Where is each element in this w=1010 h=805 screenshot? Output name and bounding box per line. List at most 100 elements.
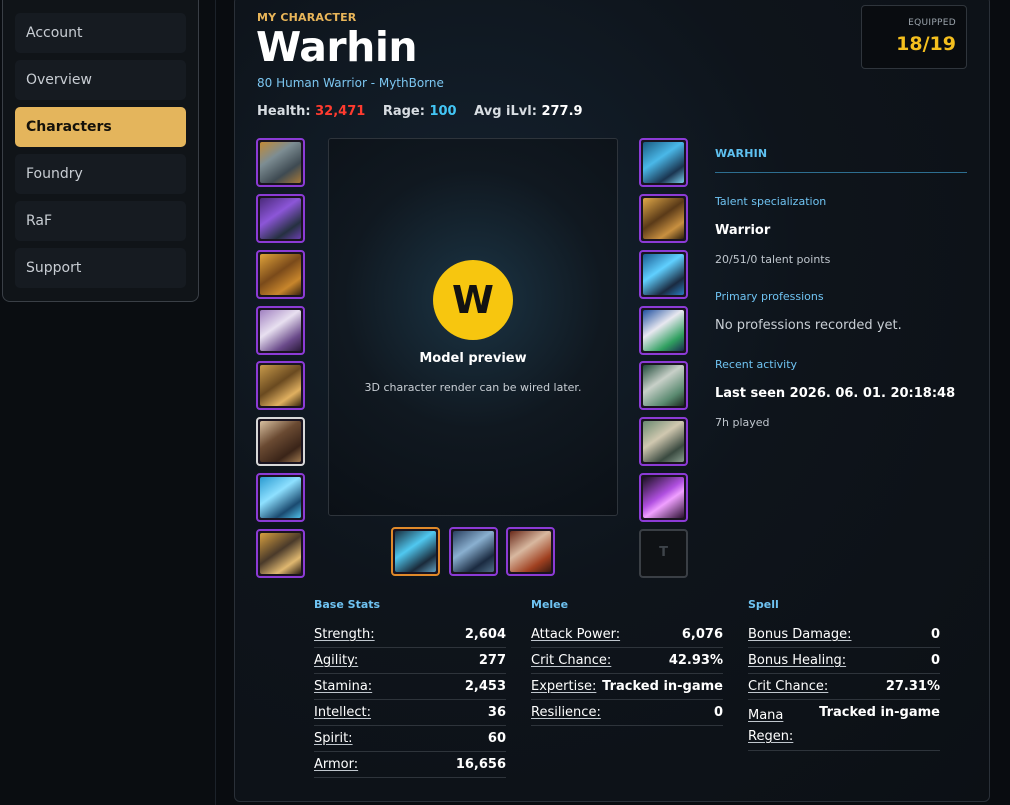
leggings-icon xyxy=(643,254,684,295)
stat-value: 0 xyxy=(930,627,940,642)
stat-row: Spirit: 60 xyxy=(314,726,506,752)
health-label: Health: xyxy=(257,104,311,119)
stat-value: 6,076 xyxy=(681,627,723,642)
stat-name: Crit Chance: xyxy=(531,653,612,668)
stat-value: 36 xyxy=(487,705,506,720)
cloak-icon xyxy=(260,310,301,351)
trinket-icon xyxy=(643,477,684,518)
gear-slot-shoulder[interactable] xyxy=(256,250,305,299)
stat-name: Spirit: xyxy=(314,731,353,746)
sidebar-item-support[interactable]: Support xyxy=(15,248,186,288)
talent-label: Talent specialization xyxy=(715,195,827,208)
stat-row: Armor: 16,656 xyxy=(314,752,506,778)
spell-stats: Spell Bonus Damage: 0 Bonus Healing: 0 Cri… xyxy=(748,598,940,751)
stat-value: 0 xyxy=(713,705,723,720)
shoulders-icon xyxy=(260,254,301,295)
character-subtitle: 80 Human Warrior - MythBorne xyxy=(257,76,444,90)
melee-stats-title: Melee xyxy=(531,598,569,611)
sidebar: Account Overview Characters Foundry RaF … xyxy=(2,0,199,302)
base-stats-title: Base Stats xyxy=(314,598,381,611)
shirt-icon xyxy=(260,421,301,462)
tabard-icon xyxy=(260,477,301,518)
gear-slot-hands[interactable] xyxy=(639,138,688,187)
gear-slot-shirt[interactable] xyxy=(256,417,305,466)
gear-slot-feet[interactable] xyxy=(639,306,688,355)
stat-value: 16,656 xyxy=(455,757,506,772)
helmet-icon xyxy=(260,142,301,183)
stat-name: Resilience: xyxy=(531,705,601,720)
sidebar-item-overview[interactable]: Overview xyxy=(15,60,186,100)
gear-slot-waist[interactable] xyxy=(639,194,688,243)
gear-slot-ranged[interactable] xyxy=(506,527,555,576)
gear-slot-trinket-1[interactable] xyxy=(639,473,688,522)
info-title: WARHIN xyxy=(715,147,768,160)
amulet-icon xyxy=(260,198,301,239)
sidebar-item-foundry[interactable]: Foundry xyxy=(15,154,186,194)
gear-slot-finger-2[interactable] xyxy=(639,417,688,466)
health-value: 32,471 xyxy=(315,104,366,119)
stat-row: Bonus Damage: 0 xyxy=(748,622,940,648)
sidebar-item-raf[interactable]: RaF xyxy=(15,201,186,241)
stat-row: Resilience: 0 xyxy=(531,700,723,726)
gear-slot-tabard[interactable] xyxy=(256,473,305,522)
ring-icon xyxy=(643,365,684,406)
model-preview-note: 3D character render can be wired later. xyxy=(364,381,582,394)
bracers-icon xyxy=(260,533,301,574)
stat-value: 27.31% xyxy=(885,679,940,694)
off-hand-weapon-icon xyxy=(453,531,494,572)
stat-value: 2,604 xyxy=(464,627,506,642)
stat-value: 2,453 xyxy=(464,679,506,694)
professions-label: Primary professions xyxy=(715,290,824,303)
stat-row: Stamina: 2,453 xyxy=(314,674,506,700)
stat-name: Bonus Damage: xyxy=(748,627,852,642)
gear-slot-off-hand[interactable] xyxy=(449,527,498,576)
gear-slot-finger-1[interactable] xyxy=(639,361,688,410)
character-initial-badge: W xyxy=(433,260,513,340)
gear-slot-chest[interactable] xyxy=(256,361,305,410)
gear-slot-main-hand[interactable] xyxy=(391,527,440,576)
main-hand-weapon-icon xyxy=(395,531,436,572)
gear-slot-back[interactable] xyxy=(256,306,305,355)
talent-points: 20/51/0 talent points xyxy=(715,253,831,266)
stat-name: Agility: xyxy=(314,653,359,668)
stat-row: Intellect: 36 xyxy=(314,700,506,726)
gear-slot-wrist[interactable] xyxy=(256,529,305,578)
gear-slot-head[interactable] xyxy=(256,138,305,187)
sidebar-item-account[interactable]: Account xyxy=(15,13,186,53)
stat-value: 60 xyxy=(487,731,506,746)
model-preview-title: Model preview xyxy=(419,351,527,366)
gloves-icon xyxy=(643,142,684,183)
stat-value: Tracked in-game xyxy=(602,679,723,694)
gear-slot-trinket-2-empty[interactable]: T xyxy=(639,529,688,578)
stat-name: Bonus Healing: xyxy=(748,653,847,668)
talent-value: Warrior xyxy=(715,223,771,238)
played-time: 7h played xyxy=(715,416,770,429)
base-stats: Base Stats Strength: 2,604 Agility: 277 St… xyxy=(314,598,506,778)
stat-name: Strength: xyxy=(314,627,375,642)
melee-stats: Melee Attack Power: 6,076 Crit Chance: 42.… xyxy=(531,598,723,726)
stat-row: Agility: 277 xyxy=(314,648,506,674)
gear-slot-neck[interactable] xyxy=(256,194,305,243)
gear-slot-legs[interactable] xyxy=(639,250,688,299)
sidebar-column: Account Overview Characters Foundry RaF … xyxy=(0,0,216,805)
ring-icon xyxy=(643,421,684,462)
character-name: Warhin xyxy=(256,23,418,71)
ilvl-label: Avg iLvl: xyxy=(474,104,537,119)
boots-icon xyxy=(643,310,684,351)
equipped-value: 18/19 xyxy=(896,33,956,55)
stat-name: Attack Power: xyxy=(531,627,621,642)
stat-name: Intellect: xyxy=(314,705,372,720)
equipped-label: EQUIPPED xyxy=(908,18,956,28)
ilvl-value: 277.9 xyxy=(541,104,583,119)
equipped-counter: EQUIPPED 18/19 xyxy=(861,5,967,69)
quick-stats: Health: 32,471 Rage: 100 Avg iLvl: 277.9 xyxy=(257,104,596,119)
stat-row: Mana Regen: Tracked in-game xyxy=(748,700,940,751)
stat-row: Bonus Healing: 0 xyxy=(748,648,940,674)
model-preview: W Model preview 3D character render can … xyxy=(328,138,618,516)
info-divider xyxy=(715,172,967,173)
activity-label: Recent activity xyxy=(715,358,798,371)
stat-row: Crit Chance: 42.93% xyxy=(531,648,723,674)
stat-row: Attack Power: 6,076 xyxy=(531,622,723,648)
sidebar-item-characters[interactable]: Characters xyxy=(15,107,186,147)
professions-value: No professions recorded yet. xyxy=(715,318,902,333)
